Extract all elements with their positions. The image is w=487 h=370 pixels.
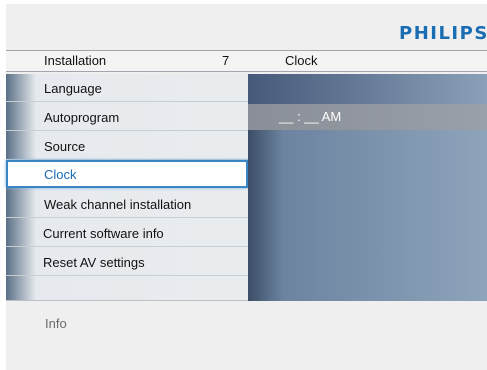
menu-item-label: Current software info <box>43 226 164 241</box>
menu-item-label: Language <box>44 81 102 96</box>
menu-item-current-software-info[interactable]: Current software info <box>6 219 248 247</box>
clock-panel-top <box>248 74 487 104</box>
menu-item-label: Reset AV settings <box>43 255 145 270</box>
menu-title: Installation <box>44 53 107 68</box>
menu-header: Installation 7 Clock <box>6 50 487 72</box>
menu-item-autoprogram[interactable]: Autoprogram <box>6 103 248 131</box>
menu-item-empty <box>6 277 248 300</box>
menu-item-clock[interactable]: Clock <box>6 160 248 188</box>
menu-item-label: Clock <box>44 167 77 182</box>
brand-logo: PHILIPS <box>399 23 487 44</box>
menu-item-weak-channel-installation[interactable]: Weak channel installation <box>6 190 248 218</box>
menu-item-label: Weak channel installation <box>44 197 192 212</box>
menu-item-label: Source <box>44 139 86 154</box>
menu-item-language[interactable]: Language <box>6 74 248 102</box>
clock-time-field[interactable]: __ : __ AM <box>248 104 487 130</box>
clock-time-value: __ : __ AM <box>279 109 342 124</box>
menu-number: 7 <box>222 53 230 68</box>
menu-item-label: Autoprogram <box>44 110 120 125</box>
menu-item-source[interactable]: Source <box>6 132 248 160</box>
submenu-title: Clock <box>285 53 318 68</box>
installation-menu: Language Autoprogram Source Clock Weak c… <box>6 74 248 301</box>
clock-panel: __ : __ AM <box>248 74 487 301</box>
info-label: Info <box>45 316 67 331</box>
menu-item-reset-av-settings[interactable]: Reset AV settings <box>6 248 248 276</box>
